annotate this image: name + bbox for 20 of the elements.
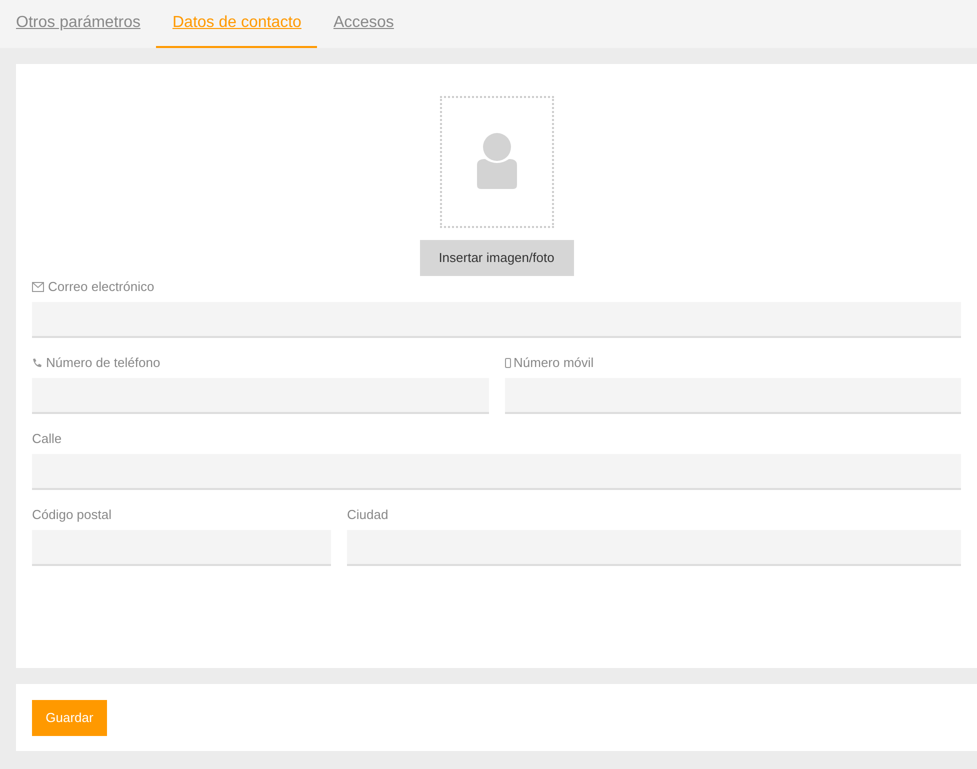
input-field[interactable] bbox=[32, 378, 488, 414]
save-button[interactable]: Guardar bbox=[32, 700, 107, 736]
field-label: Calle bbox=[32, 430, 62, 448]
field-label: Número de teléfono bbox=[46, 354, 160, 372]
input-field[interactable] bbox=[32, 454, 961, 490]
envelope-icon bbox=[32, 282, 44, 292]
tab[interactable]: Accesos bbox=[317, 0, 410, 48]
input-field[interactable] bbox=[32, 302, 961, 338]
input-field[interactable] bbox=[32, 530, 331, 566]
field-label: Número móvil bbox=[514, 354, 594, 372]
mobile-icon bbox=[504, 358, 510, 368]
insert-image-button[interactable]: Insertar imagen/foto bbox=[420, 240, 574, 276]
input-field[interactable] bbox=[504, 378, 961, 414]
field-label: Código postal bbox=[32, 506, 112, 524]
field-label: Correo electrónico bbox=[48, 278, 154, 296]
tab[interactable]: Datos de contacto bbox=[156, 0, 318, 48]
field-label: Ciudad bbox=[347, 506, 388, 524]
phone-icon bbox=[32, 358, 42, 368]
input-field[interactable] bbox=[347, 530, 961, 566]
tab[interactable]: Otros parámetros bbox=[0, 0, 156, 48]
